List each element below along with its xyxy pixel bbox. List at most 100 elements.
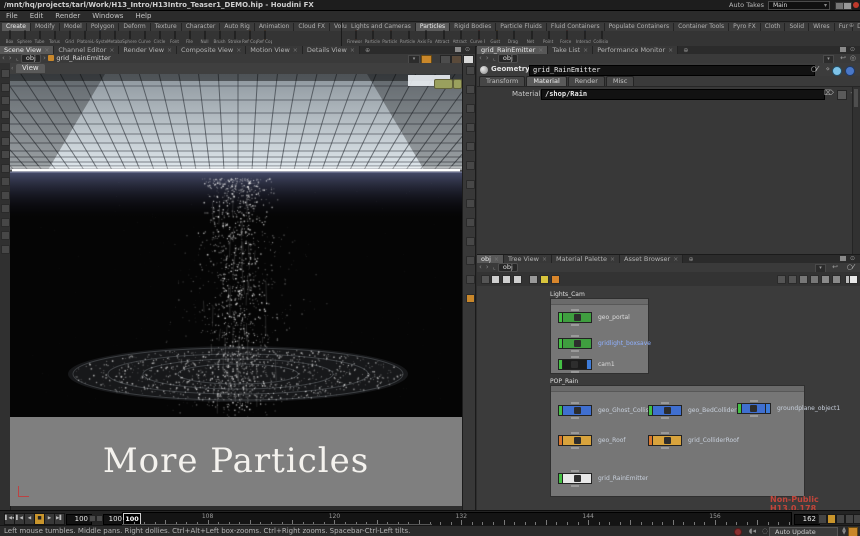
tab-close-icon[interactable]: × <box>542 256 547 263</box>
shelf-tab-model[interactable]: Model <box>60 23 87 31</box>
node-geo_BedCollider[interactable]: geo_BedCollider <box>648 405 682 416</box>
network-canvas[interactable]: Lights_Camgeo_portalgridlight_boxsavecam… <box>477 286 860 510</box>
pane-divider-horizontal[interactable] <box>477 254 860 255</box>
shelf-tool[interactable]: Axis Force <box>417 31 435 44</box>
node-chip[interactable] <box>648 405 682 416</box>
toolbar-icon-6[interactable] <box>1 150 10 159</box>
refresh-icon[interactable]: ◌ <box>762 527 768 535</box>
node-body[interactable] <box>653 435 682 446</box>
toolbar-icon-4[interactable] <box>466 142 475 151</box>
menu-item-render[interactable]: Render <box>49 11 86 21</box>
toolbar-icon-9[interactable] <box>1 191 10 200</box>
memory-indicator-icon[interactable] <box>848 527 858 536</box>
menu-item-file[interactable]: File <box>0 11 24 21</box>
help-icon[interactable] <box>832 66 842 76</box>
shelf-tool[interactable]: Interact <box>576 31 594 44</box>
viewport-overlay-chip[interactable] <box>434 79 453 89</box>
menu-item-edit[interactable]: Edit <box>24 11 50 21</box>
tab-close-icon[interactable]: × <box>673 256 678 263</box>
playbar-options-icon[interactable] <box>818 514 827 524</box>
link-icon[interactable]: ⋄ <box>826 65 830 73</box>
node-output-stub[interactable] <box>661 447 669 449</box>
shelf-tool[interactable]: L-System <box>92 31 107 44</box>
collapse-arrow-icon[interactable]: ‹ <box>11 65 13 72</box>
shelf-tool[interactable]: Platonic <box>77 31 92 44</box>
toolbar-icon-5[interactable] <box>1 137 10 146</box>
shelf-tool[interactable]: Null <box>197 31 212 44</box>
toolbar-icon-7[interactable] <box>466 199 475 208</box>
pane-menu-icon[interactable]: ⊙ <box>850 46 855 53</box>
network-toolbar-icon-4[interactable] <box>529 275 538 284</box>
network-toolbar-icon-0[interactable] <box>481 275 490 284</box>
network-toolbar-icon-10[interactable] <box>810 275 819 284</box>
node-grid_ColliderRoof[interactable]: grid_ColliderRoof <box>648 435 682 446</box>
toolbar-icon-0[interactable] <box>466 66 475 75</box>
shelf-tab-lights-and-cameras[interactable]: Lights and Cameras <box>347 23 416 31</box>
toolbar-icon-2[interactable] <box>466 104 475 113</box>
node-grid_RainEmitter[interactable]: grid_RainEmitter <box>558 473 592 484</box>
network-box-pop_rain[interactable]: geo_Ghost_Collisiongeo_BedColliderground… <box>550 385 805 497</box>
shelf-tool[interactable]: Ref Copy <box>242 31 257 44</box>
realtime-toggle-icon[interactable] <box>827 514 836 524</box>
node-body[interactable] <box>653 405 682 416</box>
pane-menu-icon[interactable]: ⊙ <box>850 255 855 262</box>
node-output-stub[interactable] <box>750 415 758 417</box>
shelf-tab-particle-fluids[interactable]: Particle Fluids <box>496 23 547 31</box>
network-toolbar-icon-8[interactable] <box>788 275 797 284</box>
node-render-flag[interactable] <box>587 359 592 370</box>
param-folder-tab-render[interactable]: Render <box>568 76 605 86</box>
shelf-tool[interactable]: Collision D.. <box>593 31 611 44</box>
shelf-tool[interactable]: Drag <box>505 31 523 44</box>
shelf-tab-cloth[interactable]: Cloth <box>761 23 786 31</box>
shelf-tab-solid[interactable]: Solid <box>785 23 809 31</box>
network-toolbar-icon-14[interactable] <box>849 275 858 284</box>
shelf-tool[interactable]: Box <box>2 31 17 44</box>
node-output-stub[interactable] <box>571 350 579 352</box>
shelf-tab-particles[interactable]: Particles <box>416 23 450 31</box>
range-clip-icon[interactable] <box>96 515 103 522</box>
viewport-3d[interactable] <box>10 74 462 417</box>
path-node-name[interactable]: grid_RainEmitter <box>56 54 110 62</box>
shelf-tab-texture[interactable]: Texture <box>151 23 182 31</box>
node-output-stub[interactable] <box>571 417 579 419</box>
path-chip-obj[interactable]: obj <box>498 54 518 63</box>
network-box-lights_cam[interactable]: geo_portalgridlight_boxsavecam1 <box>550 298 649 374</box>
network-toolbar-icon-11[interactable] <box>821 275 830 284</box>
node-chip[interactable] <box>558 435 592 446</box>
loop-mode-icon[interactable] <box>836 514 845 524</box>
node-body[interactable] <box>563 435 592 446</box>
toolbar-icon-3[interactable] <box>1 110 10 119</box>
node-body[interactable] <box>563 359 587 370</box>
node-input-stub[interactable] <box>571 356 579 358</box>
toolbar-icon-3[interactable] <box>466 123 475 132</box>
node-gridlight_boxsave[interactable]: gridlight_boxsave <box>558 338 592 349</box>
view-tab[interactable]: View <box>16 64 45 73</box>
scene-pane-gear-icon[interactable]: ⊕ <box>362 47 373 54</box>
shelf-tool[interactable]: Attract to.. <box>453 31 471 44</box>
jump-up-icon[interactable]: ↩ <box>840 54 846 62</box>
node-body[interactable] <box>742 403 766 414</box>
shelf-tab-animation[interactable]: Animation <box>255 23 295 31</box>
pane-divider-vertical[interactable] <box>475 46 476 510</box>
shelf-tool[interactable]: Gust <box>488 31 506 44</box>
shelf-tool[interactable]: Curve Force <box>470 31 488 44</box>
forward-arrow-icon[interactable]: › <box>484 263 491 271</box>
node-chooser-icon[interactable] <box>837 90 847 100</box>
node-body[interactable] <box>563 338 592 349</box>
update-mode-select[interactable]: Auto Update <box>769 527 838 536</box>
shelf-tool[interactable]: File <box>182 31 197 44</box>
toolbar-icon-4[interactable] <box>1 123 10 132</box>
tab-close-icon[interactable]: × <box>538 47 543 54</box>
spinner-arrows-icon[interactable]: ▲▼ <box>842 527 846 535</box>
back-arrow-icon[interactable]: ‹ <box>0 54 7 62</box>
node-geo_Roof[interactable]: geo_Roof <box>558 435 592 446</box>
window-maximize-button[interactable] <box>843 2 852 10</box>
toolbar-icon-11[interactable] <box>466 275 475 284</box>
shelf-tool[interactable]: Font <box>167 31 182 44</box>
toolbar-icon-12[interactable] <box>1 231 10 240</box>
param-folder-tab-misc[interactable]: Misc <box>606 76 634 86</box>
node-input-stub[interactable] <box>571 309 579 311</box>
shelf-tool[interactable]: Particles fr.. <box>365 31 383 44</box>
shelf-tab-create[interactable]: Create <box>2 23 31 31</box>
network-toolbar-icon-6[interactable] <box>551 275 560 284</box>
